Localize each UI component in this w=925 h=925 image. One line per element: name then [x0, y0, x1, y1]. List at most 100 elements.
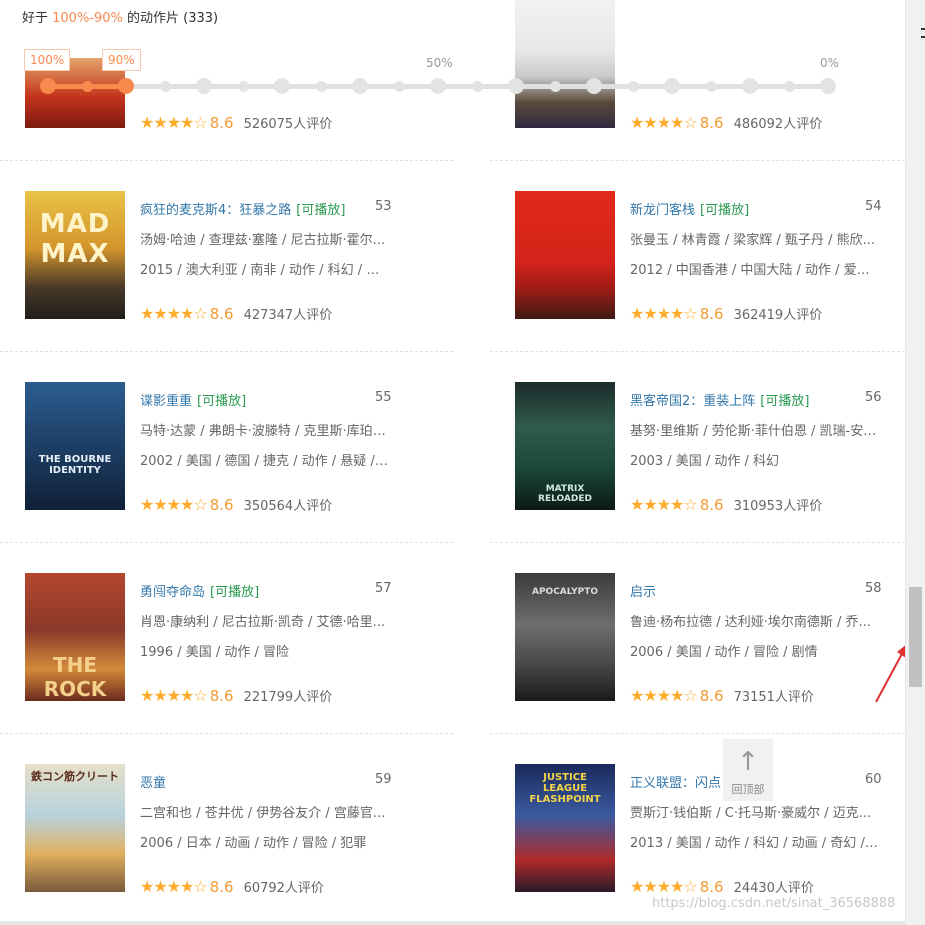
movie-cast: 张曼玉 / 林青霞 / 梁家辉 / 甄子丹 / 熊欣...: [630, 233, 875, 248]
slider-step[interactable]: [628, 81, 639, 92]
movie-poster[interactable]: THE ROCK: [25, 573, 125, 701]
slider-step[interactable]: [316, 81, 327, 92]
row-divider: [490, 160, 905, 161]
slider-step[interactable]: [706, 81, 717, 92]
poster-title: THE BOURNE IDENTITY: [38, 454, 112, 476]
movie-meta: 2003 / 美国 / 动作 / 科幻: [630, 454, 780, 469]
movie-title: 勇闯夺命岛: [140, 585, 206, 600]
movie-poster[interactable]: MATRIX RELOADED: [515, 382, 615, 510]
slider-handle-low[interactable]: [118, 78, 134, 94]
movie-meta: 1996 / 美国 / 动作 / 冒险: [140, 645, 290, 660]
movie-title-link[interactable]: 勇闯夺命岛 [可播放]: [140, 581, 259, 600]
movie-poster[interactable]: APOCALYPTO: [515, 573, 615, 701]
rating-score: 8.6: [209, 496, 234, 514]
movie-poster[interactable]: [515, 191, 615, 319]
rating-score: 8.6: [699, 878, 724, 896]
poster-title: MAD MAX: [39, 209, 111, 269]
playable-badge: [可播放]: [700, 203, 750, 218]
rating-stars-icon: ★★★★☆: [630, 495, 698, 514]
slider-step[interactable]: [742, 78, 758, 94]
slider-step[interactable]: [820, 78, 836, 94]
rating-row: ★★★★☆ 8.6 221799人评价: [140, 686, 332, 705]
movie-rank: 60: [865, 772, 882, 787]
filter-suffix: 的动作片 (333): [122, 11, 219, 26]
slider-step[interactable]: [238, 81, 249, 92]
rating-votes: 73151人评价: [733, 690, 814, 705]
rating-score: 8.6: [209, 687, 234, 705]
movie-cast: 鲁迪·杨布拉德 / 达利娅·埃尔南德斯 / 乔...: [630, 615, 871, 630]
movie-meta: 2006 / 美国 / 动作 / 冒险 / 剧情: [630, 645, 818, 660]
slider-step[interactable]: [160, 81, 171, 92]
movie-title-link[interactable]: 谍影重重 [可播放]: [140, 390, 246, 409]
movie-title-link[interactable]: 疯狂的麦克斯4：狂暴之路 [可播放]: [140, 199, 345, 218]
movie-cast: 贾斯汀·钱伯斯 / C·托马斯·豪威尔 / 迈克...: [630, 806, 872, 821]
arrow-up-icon: ↑: [737, 747, 759, 777]
rating-row: ★★★★☆ 8.6 486092人评价: [630, 113, 822, 132]
slider-mark-0: 0%: [820, 56, 840, 70]
slider-step[interactable]: [82, 81, 93, 92]
movie-poster[interactable]: MAD MAX: [25, 191, 125, 319]
slider-step[interactable]: [586, 78, 602, 94]
rating-votes: 221799人评价: [243, 690, 333, 705]
movie-title-link[interactable]: 正义联盟：闪点: [630, 772, 726, 791]
movie-title-link[interactable]: 黑客帝国2：重装上阵 [可播放]: [630, 390, 809, 409]
slider-step[interactable]: [508, 78, 524, 94]
rating-stars-icon: ★★★★☆: [140, 304, 208, 323]
filter-range: 100%-90%: [52, 11, 123, 26]
rating-row: ★★★★☆ 8.6 60792人评价: [140, 877, 324, 896]
rating-row: ★★★★☆ 8.6 526075人评价: [140, 113, 332, 132]
back-to-top-button[interactable]: ↑ 回顶部: [723, 739, 773, 801]
movie-cast: 马特·达蒙 / 弗朗卡·波滕特 / 克里斯·库珀 /...: [140, 424, 388, 439]
slider-handle-high[interactable]: [40, 78, 56, 94]
rating-row: ★★★★☆ 8.6 362419人评价: [630, 304, 822, 323]
slider-step[interactable]: [664, 78, 680, 94]
slider-step[interactable]: [196, 78, 212, 94]
horizontal-scrollbar[interactable]: [0, 921, 905, 925]
rating-votes: 362419人评价: [733, 308, 823, 323]
slider-label-low: 90%: [102, 49, 141, 71]
rating-votes: 526075人评价: [243, 117, 333, 132]
slider-step[interactable]: [472, 81, 483, 92]
rating-votes: 310953人评价: [733, 499, 823, 514]
rating-votes: 427347人评价: [243, 308, 333, 323]
poster-title: 鉄コン筋クリート: [31, 770, 119, 783]
playable-badge: [可播放]: [210, 585, 260, 600]
movie-card: APOCALYPTO 启示 58 鲁迪·杨布拉德 / 达利娅·埃尔南德斯 / 乔…: [515, 573, 905, 723]
slider-step[interactable]: [784, 81, 795, 92]
row-divider: [490, 542, 905, 543]
movie-poster[interactable]: 鉄コン筋クリート: [25, 764, 125, 892]
movie-meta: 2013 / 美国 / 动作 / 科幻 / 动画 / 奇幻 / 冒险: [630, 836, 878, 851]
vertical-scrollbar[interactable]: [905, 0, 925, 925]
row-divider: [490, 733, 905, 734]
rating-score: 8.6: [699, 114, 724, 132]
slider-step[interactable]: [430, 78, 446, 94]
movie-rank: 53: [375, 199, 392, 214]
rating-score: 8.6: [209, 114, 234, 132]
scrollbar-thumb[interactable]: [909, 587, 922, 687]
rating-row: ★★★★☆ 8.6 24430人评价: [630, 877, 814, 896]
slider-step[interactable]: [274, 78, 290, 94]
rating-stars-icon: ★★★★☆: [630, 113, 698, 132]
movie-card: THE ROCK 勇闯夺命岛 [可播放] 57 肖恩·康纳利 / 尼古拉斯·凯奇 …: [25, 573, 465, 723]
rating-row: ★★★★☆ 8.6 310953人评价: [630, 495, 822, 514]
rating-score: 8.6: [699, 305, 724, 323]
movie-title: 疯狂的麦克斯4：狂暴之路: [140, 203, 292, 218]
filter-prefix: 好于: [22, 11, 53, 26]
movie-card: 鉄コン筋クリート 恶童 59 二宫和也 / 苍井优 / 伊势谷友介 / 宫藤官.…: [25, 764, 465, 914]
movie-title: 谍影重重: [140, 394, 193, 409]
movie-title-link[interactable]: 恶童: [140, 772, 171, 791]
movie-title-link[interactable]: 启示: [630, 581, 661, 600]
playable-badge: [可播放]: [760, 394, 810, 409]
movie-cast: 二宫和也 / 苍井优 / 伊势谷友介 / 宫藤官...: [140, 806, 386, 821]
rating-score: 8.6: [699, 687, 724, 705]
back-to-top-label: 回顶部: [731, 783, 765, 796]
slider-step[interactable]: [394, 81, 405, 92]
slider-step[interactable]: [352, 78, 368, 94]
slider-step[interactable]: [550, 81, 561, 92]
movie-title-link[interactable]: 新龙门客栈 [可播放]: [630, 199, 749, 218]
filter-summary: 好于 100%-90% 的动作片 (333): [22, 7, 218, 26]
movie-title: 黑客帝国2：重装上阵: [630, 394, 756, 409]
movie-poster[interactable]: THE BOURNE IDENTITY: [25, 382, 125, 510]
movie-poster[interactable]: JUSTICE LEAGUE FLASHPOINT: [515, 764, 615, 892]
rating-range-slider[interactable]: 100% 90% 50% 0%: [0, 45, 905, 100]
